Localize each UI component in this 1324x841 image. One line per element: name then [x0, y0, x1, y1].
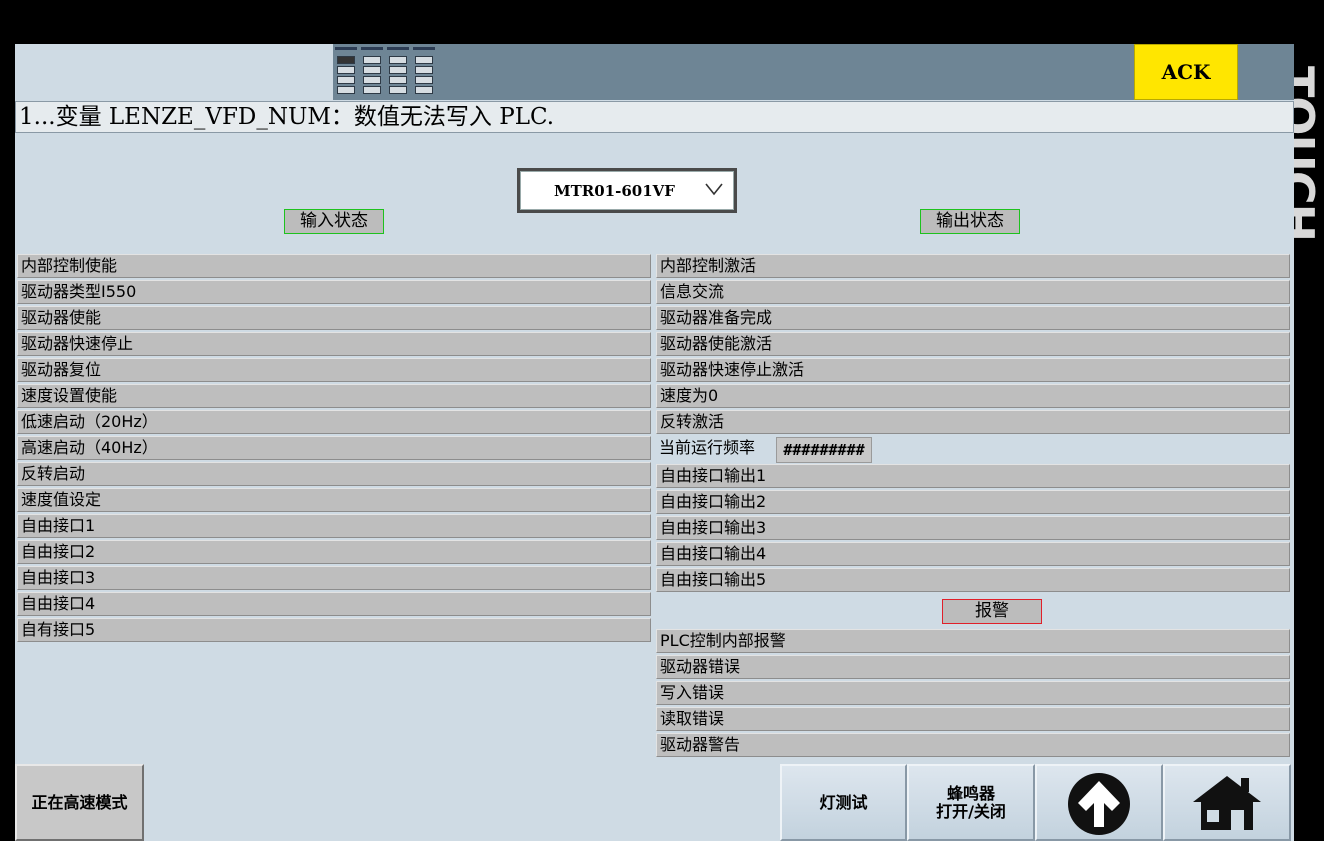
input-row: 驱动器类型I550 [17, 280, 651, 304]
input-row: 驱动器使能 [17, 306, 651, 330]
output-row: 自由接口输出4 [656, 542, 1290, 566]
frequency-value-field: ######### [776, 437, 872, 463]
buzzer-label-line1: 蜂鸣器 [946, 783, 995, 803]
buzzer-toggle-button[interactable]: 蜂鸣器 打开/关闭 [907, 764, 1035, 841]
grid-column [335, 47, 357, 99]
input-row: 驱动器快速停止 [17, 332, 651, 356]
output-row: 驱动器使能激活 [656, 332, 1290, 356]
frequency-label: 当前运行频率 [659, 438, 756, 457]
alarm-message-line[interactable]: 1...变量 LENZE_VFD_NUM：数值无法写入 PLC. [15, 101, 1294, 133]
input-row: 速度值设定 [17, 488, 651, 512]
device-select[interactable]: MTR01-601VF [517, 168, 737, 213]
alarm-row: 驱动器警告 [656, 733, 1290, 757]
output-status-label: 输出状态 [920, 209, 1020, 234]
output-row: 自由接口输出2 [656, 490, 1290, 514]
input-row: 自由接口2 [17, 540, 651, 564]
input-row: 反转启动 [17, 462, 651, 486]
grid-column [387, 47, 409, 99]
output-row: 驱动器快速停止激活 [656, 358, 1290, 382]
input-row: 低速启动（20Hz） [17, 410, 651, 434]
output-row: 信息交流 [656, 280, 1290, 304]
side-brand-strip: TOUCH [1294, 44, 1324, 841]
up-button[interactable] [1035, 764, 1163, 841]
output-row: 内部控制激活 [656, 254, 1290, 278]
input-row: 内部控制使能 [17, 254, 651, 278]
alarm-row: 驱动器错误 [656, 655, 1290, 679]
chevron-down-icon [705, 183, 723, 196]
ack-button[interactable]: ACK [1134, 44, 1238, 100]
output-row: 驱动器准备完成 [656, 306, 1290, 330]
input-row: 高速启动（40Hz） [17, 436, 651, 460]
home-icon [1193, 775, 1261, 830]
top-bar-left-panel [15, 44, 333, 100]
output-row: 反转激活 [656, 410, 1290, 434]
output-row: 速度为0 [656, 384, 1290, 408]
input-row: 自由接口4 [17, 592, 651, 616]
input-row: 自由接口1 [17, 514, 651, 538]
speed-mode-button[interactable]: 正在高速模式 [15, 764, 144, 841]
input-row: 自有接口5 [17, 618, 651, 642]
output-row: 自由接口输出1 [656, 464, 1290, 488]
input-row: 自由接口3 [17, 566, 651, 590]
grid-column [413, 47, 435, 99]
alarm-row: 读取错误 [656, 707, 1290, 731]
screen-grid-icon[interactable] [333, 45, 437, 100]
device-select-value: MTR01-601VF [554, 182, 675, 200]
brand-text: TOUCH [1294, 66, 1324, 242]
input-row: 速度设置使能 [17, 384, 651, 408]
home-button[interactable] [1163, 764, 1291, 841]
lamp-test-label: 灯测试 [819, 792, 868, 812]
input-status-label: 输入状态 [284, 209, 384, 234]
alarm-section-label: 报警 [942, 599, 1042, 624]
buzzer-label-line2: 打开/关闭 [936, 801, 1006, 821]
input-row: 驱动器复位 [17, 358, 651, 382]
lamp-test-button[interactable]: 灯测试 [780, 764, 907, 841]
alarm-row: 写入错误 [656, 681, 1290, 705]
grid-column [361, 47, 383, 99]
speed-mode-label: 正在高速模式 [31, 792, 128, 812]
output-row: 自由接口输出3 [656, 516, 1290, 540]
output-row: 自由接口输出5 [656, 568, 1290, 592]
up-arrow-icon [1068, 772, 1130, 835]
alarm-row: PLC控制内部报警 [656, 629, 1290, 653]
